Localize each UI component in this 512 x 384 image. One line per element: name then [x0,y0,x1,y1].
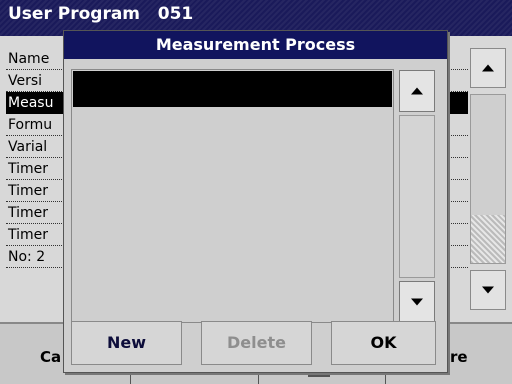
background-store-button[interactable]: re [450,348,468,366]
delete-button[interactable]: Delete [201,321,312,365]
list-item-selected[interactable] [73,71,392,107]
scroll-up-button[interactable] [399,70,435,112]
screen: User Program 051 Name Versi Measu Formu … [0,0,512,384]
divider [130,372,131,384]
background-cancel-button[interactable]: Ca [40,348,61,366]
divider [258,372,259,384]
arrow-down-icon [411,298,423,306]
background-scrollbar-thumb[interactable] [471,215,505,263]
background-title: User Program 051 [8,4,194,24]
process-list[interactable] [71,69,394,323]
scrollbar-track[interactable] [399,115,435,278]
arrow-up-icon [482,64,494,72]
divider [385,372,386,384]
ok-button[interactable]: OK [331,321,436,365]
new-button[interactable]: New [71,321,182,365]
measurement-process-dialog: Measurement Process New Delete OK [63,30,448,373]
background-scroll-up-button[interactable] [470,48,506,88]
arrow-down-icon [482,286,494,294]
background-scrollbar-track[interactable] [470,94,506,264]
dialog-title: Measurement Process [64,31,447,59]
background-scroll-down-button[interactable] [470,270,506,310]
scroll-down-button[interactable] [399,281,435,323]
arrow-up-icon [411,87,423,95]
